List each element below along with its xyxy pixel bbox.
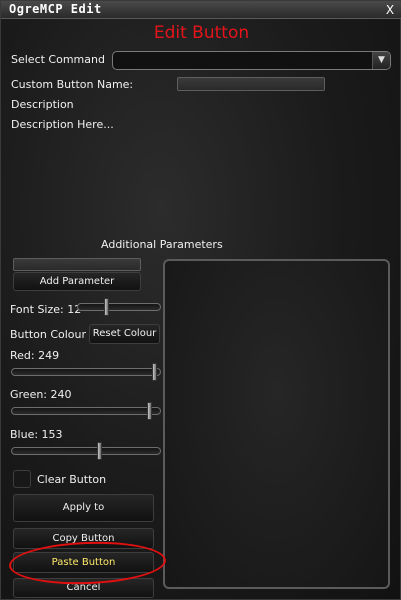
select-command-label: Select Command [11, 53, 105, 66]
blue-slider-thumb[interactable] [97, 442, 102, 460]
green-slider-thumb[interactable] [147, 402, 152, 420]
page-title: Edit Button [153, 23, 250, 43]
additional-parameters-label: Additional Parameters [101, 238, 223, 251]
chevron-down-icon[interactable]: ▼ [372, 52, 390, 69]
red-label: Red: 249 [10, 349, 60, 362]
reset-colour-button[interactable]: Reset Colour [89, 324, 160, 344]
button-colour-label: Button Colour [10, 328, 87, 341]
paste-button[interactable]: Paste Button [13, 552, 154, 573]
font-size-slider-track [77, 303, 161, 311]
apply-to-button[interactable]: Apply to [13, 494, 154, 522]
custom-name-field[interactable] [177, 77, 325, 91]
command-dropdown[interactable]: ▼ [112, 51, 391, 70]
blue-slider-track [11, 447, 161, 455]
parameter-input[interactable] [13, 258, 141, 271]
description-text: Description Here... [11, 118, 114, 131]
cancel-button[interactable]: Cancel [13, 578, 154, 598]
font-size-slider-thumb[interactable] [104, 298, 109, 316]
title-bar[interactable]: OgreMCP Edit X [1, 1, 401, 19]
edit-window: OgreMCP Edit X Edit Button Select Comman… [0, 0, 401, 600]
clear-button-checkbox[interactable] [13, 470, 31, 488]
red-slider-thumb[interactable] [152, 363, 157, 381]
clear-button-label: Clear Button [37, 473, 107, 486]
copy-button[interactable]: Copy Button [13, 528, 154, 549]
window-title: OgreMCP Edit [9, 2, 102, 16]
red-slider-track [11, 368, 161, 376]
green-slider-track [11, 407, 161, 415]
blue-label: Blue: 153 [10, 428, 63, 441]
description-label: Description [11, 98, 74, 111]
green-slider[interactable] [11, 402, 161, 420]
close-icon[interactable]: X [382, 2, 398, 18]
parameters-panel[interactable] [163, 259, 390, 589]
add-parameter-button[interactable]: Add Parameter [13, 272, 141, 291]
font-size-slider[interactable] [77, 298, 161, 316]
blue-slider[interactable] [11, 442, 161, 460]
custom-name-label: Custom Button Name: [11, 78, 134, 91]
green-label: Green: 240 [10, 388, 72, 401]
font-size-label: Font Size: 12 [10, 303, 82, 316]
red-slider[interactable] [11, 363, 161, 381]
